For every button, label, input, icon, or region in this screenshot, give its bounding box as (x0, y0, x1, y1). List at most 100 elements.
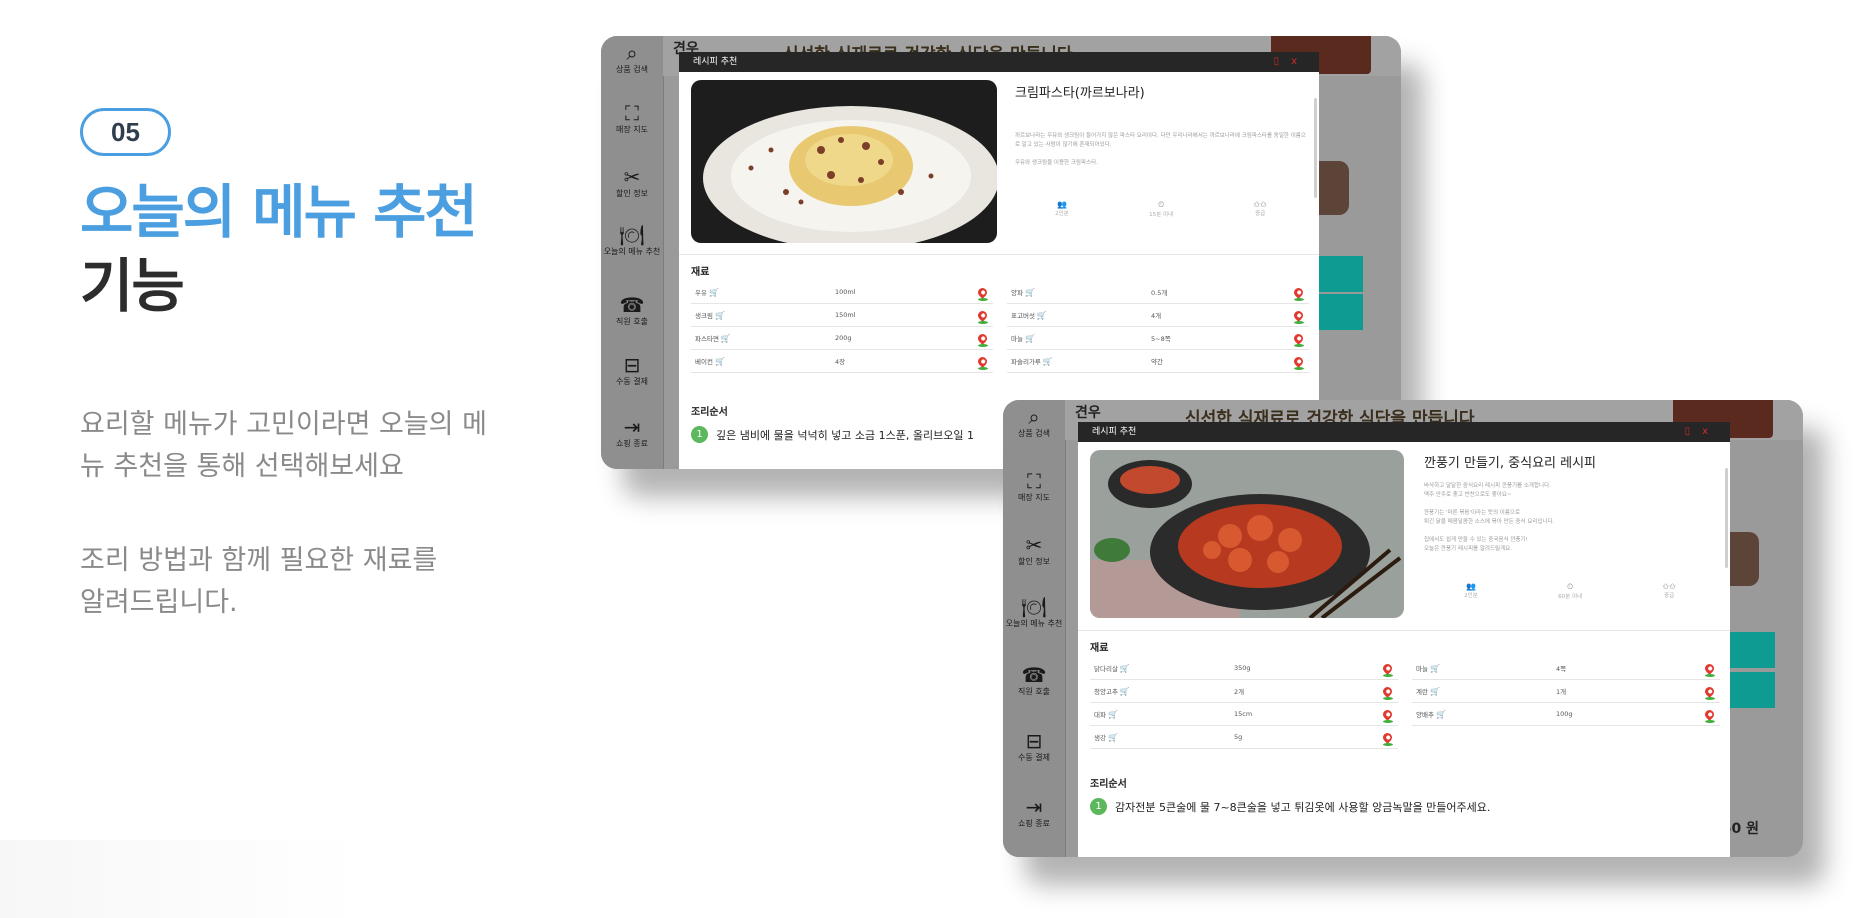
pin-base (1383, 743, 1393, 746)
discount-icon: ✂ (1025, 533, 1043, 557)
ingredient-row: 파스타면 🛒 200g (691, 327, 993, 350)
pin-base (1294, 344, 1304, 347)
cart-icon[interactable]: 🛒 (1108, 710, 1118, 719)
cart-icon[interactable]: 🛒 (1108, 733, 1118, 742)
ingredient-row: 마늘 🛒 5~8쪽 (1007, 327, 1309, 350)
sidebar-item[interactable]: 🍽 오늘의 메뉴 추천 (601, 224, 663, 257)
cart-icon[interactable]: 🛒 (1043, 357, 1053, 366)
ingredient-name: 생크림 🛒 (695, 311, 725, 320)
location-pin-icon[interactable] (1381, 684, 1394, 698)
location-pin-icon[interactable] (976, 354, 989, 368)
cart-icon[interactable]: 🛒 (1120, 687, 1130, 696)
pin-base (1383, 720, 1393, 723)
sidebar-item[interactable]: ⊟ 수동 결제 (601, 354, 663, 387)
location-pin-icon[interactable] (1703, 661, 1716, 675)
ingredient-row: 우유 🛒 100ml (691, 281, 993, 304)
pin-base (978, 344, 988, 347)
screenshot-kkanpunggi: ⌕ 상품 검색 ⛶ 매장 지도 ✂ 할인 정보 🍽 오늘의 메뉴 추천 ☎ 직원 호출 ⊟ 수동 결제… (1003, 400, 1803, 857)
decorative-fade (0, 840, 360, 918)
ingredient-row: 파슬리가루 🛒 약간 (1007, 350, 1309, 373)
sidebar-item-label: 상품 검색 (616, 65, 648, 74)
steps-section: 조리순서 1 감자전분 5큰술에 물 7~8큰술을 넣고 튀김옷에 사용할 앙금… (1078, 749, 1730, 815)
clock-icon: ⏲ (1566, 582, 1574, 591)
location-pin-icon[interactable] (1703, 707, 1716, 721)
pin-base (1294, 298, 1304, 301)
ingredient-amount: 약간 (1151, 358, 1163, 366)
cart-icon[interactable]: 🛒 (1430, 687, 1440, 696)
call-icon: ☎ (619, 293, 645, 317)
cart-icon[interactable]: 🛒 (1025, 334, 1035, 343)
location-pin-icon[interactable] (1292, 285, 1305, 299)
logo: 견우 (1075, 405, 1101, 421)
location-pin-icon[interactable] (1292, 331, 1305, 345)
ingredient-row: 표고버섯 🛒 4개 (1007, 304, 1309, 327)
sidebar-item[interactable]: ⌕ 상품 검색 (601, 42, 663, 75)
cart-icon[interactable]: 🛒 (721, 334, 731, 343)
trash-icon[interactable]: ▯ (1274, 56, 1292, 67)
payment-icon: ⊟ (1025, 729, 1043, 753)
scrollbar[interactable] (1314, 98, 1317, 198)
sidebar-item[interactable]: ✂ 할인 정보 (1003, 534, 1065, 567)
ingredient-amount: 100g (1556, 710, 1573, 718)
cart-icon[interactable]: 🛒 (1436, 710, 1446, 719)
location-pin-icon[interactable] (976, 308, 989, 322)
location-pin-icon[interactable] (1703, 684, 1716, 698)
map-icon: ⛶ (1027, 469, 1041, 493)
close-icon[interactable]: x (1291, 56, 1309, 67)
ingredient-amount: 4장 (835, 358, 846, 366)
sidebar-item[interactable]: ✂ 할인 정보 (601, 166, 663, 199)
trash-icon[interactable]: ▯ (1685, 426, 1703, 437)
sidebar-item[interactable]: ⊟ 수동 결제 (1003, 730, 1065, 763)
scrollbar[interactable] (1725, 468, 1728, 568)
location-pin-icon[interactable] (1292, 308, 1305, 322)
sidebar: ⌕ 상품 검색 ⛶ 매장 지도 ✂ 할인 정보 🍽 오늘의 메뉴 추천 ☎ 직원 호출 ⊟ 수동 결제… (1003, 400, 1066, 857)
ingredient-amount: 4개 (1151, 312, 1162, 320)
location-pin-icon[interactable] (976, 331, 989, 345)
sidebar-item[interactable]: ⇥ 쇼핑 종료 (601, 416, 663, 449)
sidebar-item[interactable]: ☎ 직원 호출 (1003, 664, 1065, 697)
exit-icon: ⇥ (623, 415, 641, 439)
sidebar-item[interactable]: 🍽 오늘의 메뉴 추천 (1003, 596, 1065, 629)
sidebar-item[interactable]: ⛶ 매장 지도 (601, 102, 663, 135)
sidebar: ⌕ 상품 검색 ⛶ 매장 지도 ✂ 할인 정보 🍽 오늘의 메뉴 추천 ☎ 직원 호출 ⊟ 수동 결제… (601, 36, 664, 469)
step-number: 1 (1090, 798, 1107, 815)
cart-icon[interactable]: 🛒 (1120, 664, 1130, 673)
recipe-modal: 레시피 추천 ▯x 깐풍기 만들기, 중식요리 레시피 바삭하고 달달한 중식요… (1078, 422, 1730, 857)
call-icon: ☎ (1021, 663, 1047, 687)
ingredient-row: 청양고추 🛒 2개 (1090, 680, 1398, 703)
cart-icon[interactable]: 🛒 (1430, 664, 1440, 673)
recipe-name: 깐풍기 만들기, 중식요리 레시피 (1424, 456, 1597, 471)
ingredient-name: 파슬리가루 🛒 (1011, 357, 1053, 366)
sidebar-item[interactable]: ☎ 직원 호출 (601, 294, 663, 327)
location-pin-icon[interactable] (1381, 661, 1394, 675)
cart-icon[interactable]: 🛒 (709, 288, 719, 297)
section-number-badge: 05 (80, 108, 171, 156)
difficulty-icon: ✩✩ (1662, 582, 1676, 591)
cart-icon[interactable]: 🛒 (1037, 311, 1047, 320)
sidebar-item-label: 매장 지도 (1018, 493, 1050, 502)
sidebar-item[interactable]: ⛶ 매장 지도 (1003, 470, 1065, 503)
cart-icon[interactable]: 🛒 (715, 311, 725, 320)
pin-base (978, 367, 988, 370)
ingredients-section: 재료 우유 🛒 100ml 양파 🛒 0.5개 생크림 🛒 150ml 표고버섯 🛒 4개 파스타면 🛒 2… (679, 255, 1319, 373)
recipe-meta: 👥 2인분 ⏲ 15분 이내 ✩✩ 중급 (1055, 200, 1267, 218)
menu-icon: 🍽 (619, 223, 645, 247)
difficulty-icon: ✩✩ (1253, 200, 1267, 209)
location-pin-icon[interactable] (976, 285, 989, 299)
location-pin-icon[interactable] (1381, 730, 1394, 744)
ingredient-name: 양배추 🛒 (1416, 710, 1446, 719)
ingredient-name: 파스타면 🛒 (695, 334, 731, 343)
sidebar-item[interactable]: ⌕ 상품 검색 (1003, 406, 1065, 439)
step-item: 1 감자전분 5큰술에 물 7~8큰술을 넣고 튀김옷에 사용할 앙금녹말을 만… (1090, 798, 1718, 815)
location-pin-icon[interactable] (1381, 707, 1394, 721)
close-icon[interactable]: x (1702, 426, 1720, 437)
cart-icon[interactable]: 🛒 (1025, 288, 1035, 297)
sidebar-item[interactable]: ⇥ 쇼핑 종료 (1003, 796, 1065, 829)
ingredient-row: 마늘 🛒 4쪽 (1412, 657, 1720, 680)
recipe-meta: 👥 2인분 ⏲ 60분 이내 ✩✩ 중급 (1464, 582, 1676, 600)
location-pin-icon[interactable] (1292, 354, 1305, 368)
cart-icon[interactable]: 🛒 (715, 357, 725, 366)
search-icon: ⌕ (1028, 405, 1040, 429)
feature-description-1: 요리할 메뉴가 고민이라면 오늘의 메 뉴 추천을 통해 선택해보세요 (80, 409, 487, 482)
recipe-photo (691, 80, 997, 243)
